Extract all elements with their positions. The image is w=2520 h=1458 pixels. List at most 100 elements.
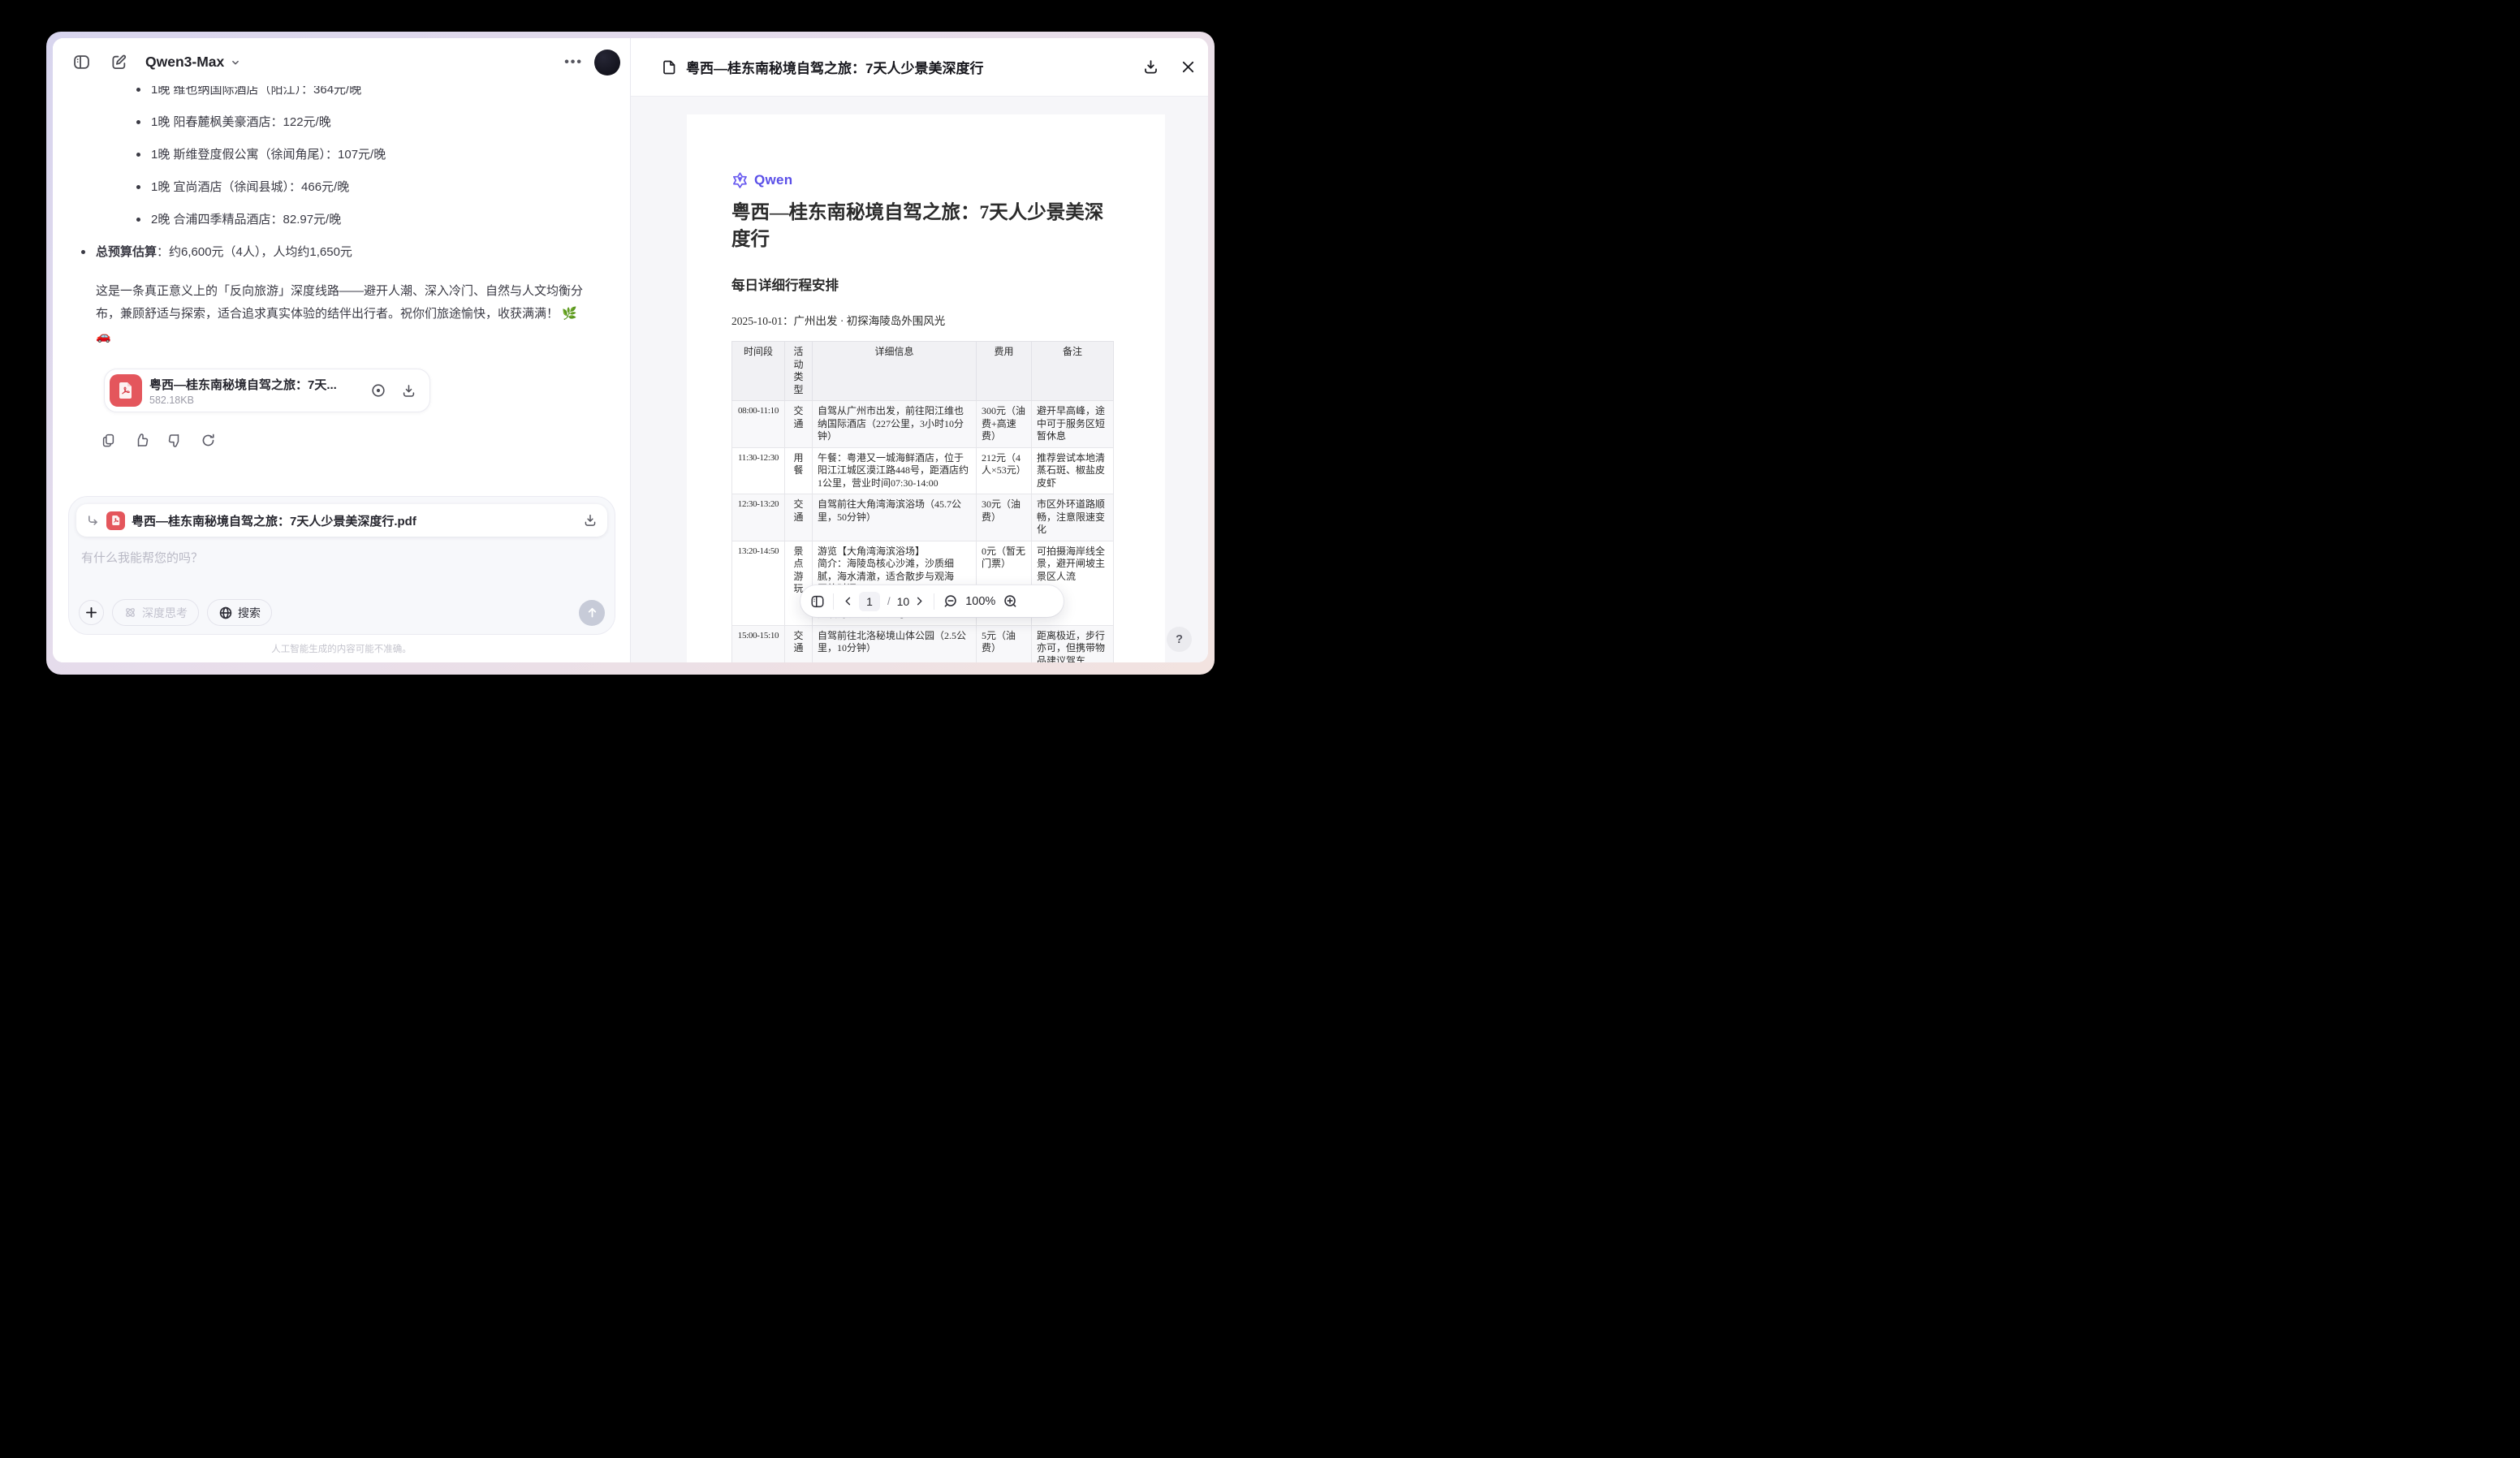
cell-type: 交通 [785, 494, 813, 541]
prev-page-button[interactable] [842, 595, 854, 607]
cell-note: 距离极近，步行亦可，但携带物品建议驾车 [1032, 625, 1114, 662]
compose-icon [110, 54, 127, 71]
attachment-info: 粤西—桂东南秘境自驾之旅：7天... 582.18KB [149, 376, 365, 406]
cell-time: 11:30-12:30 [732, 447, 785, 494]
add-attachment-button[interactable] [79, 600, 104, 625]
table-row: 11:30-12:30 用餐 午餐：粤港又一城海鲜酒店，位于阳江江城区漠江路44… [732, 447, 1114, 494]
list-item: 1晚 阳春麓枫美豪酒店：122元/晚 [136, 113, 630, 132]
more-options-button[interactable]: ••• [564, 55, 583, 70]
cell-note: 推荐尝试本地清蒸石斑、椒盐皮皮虾 [1032, 447, 1114, 494]
sidebar-toggle-button[interactable] [66, 47, 97, 78]
assistant-message: 1晚 维也纳国际酒店（阳江）：364元/晚 1晚 阳春麓枫美豪酒店：122元/晚… [53, 86, 630, 348]
chat-message-area[interactable]: 1晚 维也纳国际酒店（阳江）：364元/晚 1晚 阳春麓枫美豪酒店：122元/晚… [53, 86, 630, 492]
list-item-text: 1晚 阳春麓枫美豪酒店：122元/晚 [151, 115, 331, 129]
cell-type: 用餐 [785, 447, 813, 494]
closing-paragraph: 这是一条真正意义上的「反向旅游」深度线路——避开人潮、深入冷门、自然与人文均衡分… [53, 275, 630, 348]
deep-think-toggle[interactable]: 深度思考 [112, 599, 199, 626]
qwen-wordmark: Qwen [754, 172, 793, 188]
help-button[interactable]: ? [1167, 627, 1192, 652]
model-name: Qwen3-Max [145, 54, 224, 71]
list-item-text: 2晚 合浦四季精品酒店：82.97元/晚 [151, 213, 341, 226]
preview-title: 粤西—桂东南秘境自驾之旅：7天人少景美深度行 [686, 57, 983, 77]
generated-pdf-card[interactable]: 粤西—桂东南秘境自驾之旅：7天... 582.18KB [104, 369, 430, 412]
bullet-dot [136, 218, 140, 222]
col-header-detail: 详细信息 [813, 342, 977, 401]
list-item-text: 1晚 斯维登度假公寓（徐闻角尾）：107元/晚 [151, 148, 386, 162]
attached-file-chip[interactable]: 粤西—桂东南秘境自驾之旅：7天人少景美深度行.pdf [76, 504, 607, 537]
cell-fee: 300元（油费+高速费） [977, 401, 1032, 448]
attached-file-name: 粤西—桂东南秘境自驾之旅：7天人少景美深度行.pdf [132, 512, 575, 529]
page-number-input[interactable]: 1 [859, 592, 880, 611]
cell-note: 避开早高峰，途中可于服务区短暂休息 [1032, 401, 1114, 448]
download-icon[interactable] [583, 513, 598, 528]
search-toggle[interactable]: 搜索 [207, 599, 272, 626]
list-item-text: 1晚 维也纳国际酒店（阳江）：364元/晚 [151, 86, 361, 97]
table-row: 08:00-11:10 交通 自驾从广州市出发，前往阳江维也纳国际酒店（227公… [732, 401, 1114, 448]
reply-arrow-icon [86, 514, 100, 528]
user-avatar[interactable] [594, 50, 620, 75]
chat-text-input[interactable]: 有什么我能帮您的吗？ [81, 549, 593, 566]
cell-note: 市区外环道路顺畅，注意限速变化 [1032, 494, 1114, 541]
doc-title: 粤西—桂东南秘境自驾之旅：7天人少景美深度行 [731, 200, 1115, 253]
plus-icon [84, 606, 98, 619]
attachment-actions [370, 382, 416, 399]
bullet-dot [136, 153, 140, 157]
model-selector[interactable]: Qwen3-Max [145, 54, 241, 71]
sidebar-icon [73, 54, 90, 71]
send-button[interactable] [579, 600, 605, 626]
cell-fee: 212元（4人×53元） [977, 447, 1032, 494]
preview-header: 粤西—桂东南秘境自驾之旅：7天人少景美深度行 [631, 38, 1208, 97]
doc-brand-row: Qwen [731, 171, 1115, 188]
list-item-text: 1晚 宜尚酒店（徐闻县城）：466元/晚 [151, 180, 349, 194]
pdf-file-icon [110, 374, 142, 407]
list-item: 2晚 合浦四季精品酒店：82.97元/晚 [136, 210, 630, 229]
cell-time: 13:20-14:50 [732, 541, 785, 625]
budget-label: 总预算估算 [96, 245, 157, 259]
thumbnails-toggle-button[interactable] [810, 594, 825, 609]
list-item: 1晚 斯维登度假公寓（徐闻角尾）：107元/晚 [136, 145, 630, 164]
next-page-button[interactable] [913, 595, 926, 607]
bullet-dot [136, 88, 140, 92]
doc-date-line: 2025-10-01：广州出发 · 初探海陵岛外围风光 [731, 312, 1115, 328]
thumbs-down-button[interactable] [166, 432, 183, 448]
cell-detail: 自驾从广州市出发，前往阳江维也纳国际酒店（227公里，3小时10分钟） [813, 401, 977, 448]
table-row: 15:00-15:10 交通 自驾前往北洛秘境山体公园（2.5公里，10分钟） … [732, 625, 1114, 662]
zoom-out-button[interactable] [943, 593, 958, 609]
col-header-type: 活动类型 [785, 342, 813, 401]
cell-type: 交通 [785, 625, 813, 662]
chat-panel: 1晚 维也纳国际酒店（阳江）：364元/晚 1晚 阳春麓枫美豪酒店：122元/晚… [53, 38, 630, 662]
new-chat-button[interactable] [103, 47, 134, 78]
app-window: 1晚 维也纳国际酒店（阳江）：364元/晚 1晚 阳春麓枫美豪酒店：122元/晚… [46, 32, 1215, 675]
preview-eye-icon[interactable] [370, 382, 386, 399]
deep-think-icon [123, 606, 137, 619]
list-item: 1晚 宜尚酒店（徐闻县城）：466元/晚 [136, 178, 630, 196]
hotel-price-list: 1晚 维也纳国际酒店（阳江）：364元/晚 1晚 阳春麓枫美豪酒店：122元/晚… [53, 86, 630, 261]
download-icon[interactable] [401, 383, 416, 399]
cell-detail: 自驾前往大角湾海滨浴场（45.7公里，50分钟） [813, 494, 977, 541]
col-header-fee: 费用 [977, 342, 1032, 401]
copy-button[interactable] [100, 432, 116, 448]
cell-time: 08:00-11:10 [732, 401, 785, 448]
document-viewer[interactable]: Qwen 粤西—桂东南秘境自驾之旅：7天人少景美深度行 每日详细行程安排 202… [631, 97, 1208, 662]
chat-header: Qwen3-Max ••• [53, 38, 630, 86]
chat-input-container: 粤西—桂东南秘境自驾之旅：7天人少景美深度行.pdf 有什么我能帮您的吗？ [68, 496, 615, 635]
budget-item: 总预算估算：约6,600元（4人），人均约1,650元 [96, 243, 630, 261]
globe-icon [218, 606, 233, 620]
col-header-note: 备注 [1032, 342, 1114, 401]
zoom-level: 100% [965, 595, 995, 608]
pdf-preview-panel: 粤西—桂东南秘境自驾之旅：7天人少景美深度行 [631, 38, 1208, 662]
preview-title-group: 粤西—桂东南秘境自驾之旅：7天人少景美深度行 [662, 57, 983, 77]
close-icon[interactable] [1179, 58, 1197, 76]
toolbar-divider [833, 593, 834, 610]
table-header-row: 时间段 活动类型 详细信息 费用 备注 [732, 342, 1114, 401]
ai-disclaimer: 人工智能生成的内容可能不准确。 [53, 642, 630, 655]
regenerate-button[interactable] [200, 432, 216, 448]
zoom-in-button[interactable] [1003, 593, 1018, 609]
qwen-logo-icon [731, 171, 749, 188]
thumbs-up-button[interactable] [133, 432, 149, 448]
bullet-dot [81, 250, 85, 254]
cell-type: 交通 [785, 401, 813, 448]
table-row: 12:30-13:20 交通 自驾前往大角湾海滨浴场（45.7公里，50分钟） … [732, 494, 1114, 541]
download-icon[interactable] [1141, 58, 1159, 76]
doc-section-heading: 每日详细行程安排 [731, 274, 1115, 294]
